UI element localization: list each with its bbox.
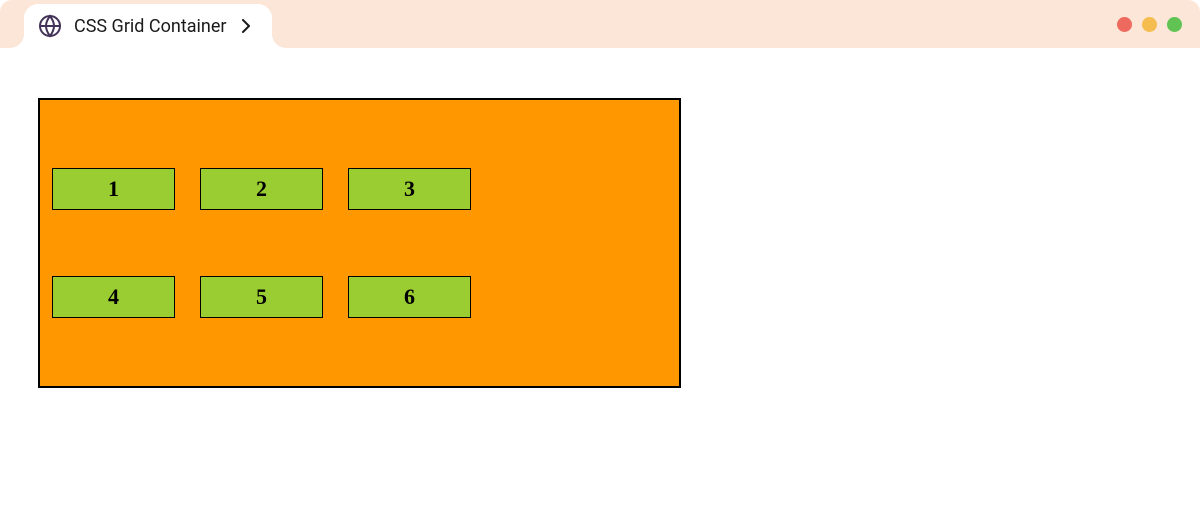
window-close-button[interactable] <box>1117 17 1132 32</box>
grid-item-1: 1 <box>52 168 175 210</box>
globe-icon <box>38 14 62 38</box>
grid-item-4: 4 <box>52 276 175 318</box>
grid-item-3: 3 <box>348 168 471 210</box>
browser-tab-active[interactable]: CSS Grid Container <box>24 4 272 48</box>
window-minimize-button[interactable] <box>1142 17 1157 32</box>
page-content: 1 2 3 4 5 6 <box>0 48 1200 388</box>
css-grid-container: 1 2 3 4 5 6 <box>38 98 681 388</box>
grid-item-2: 2 <box>200 168 323 210</box>
tab-title: CSS Grid Container <box>74 16 226 37</box>
window-controls <box>1117 17 1182 32</box>
grid-item-6: 6 <box>348 276 471 318</box>
window-maximize-button[interactable] <box>1167 17 1182 32</box>
tab-area: CSS Grid Container <box>0 0 272 48</box>
tab-bar: CSS Grid Container <box>0 0 1200 48</box>
chevron-right-icon <box>238 18 254 34</box>
grid-item-5: 5 <box>200 276 323 318</box>
